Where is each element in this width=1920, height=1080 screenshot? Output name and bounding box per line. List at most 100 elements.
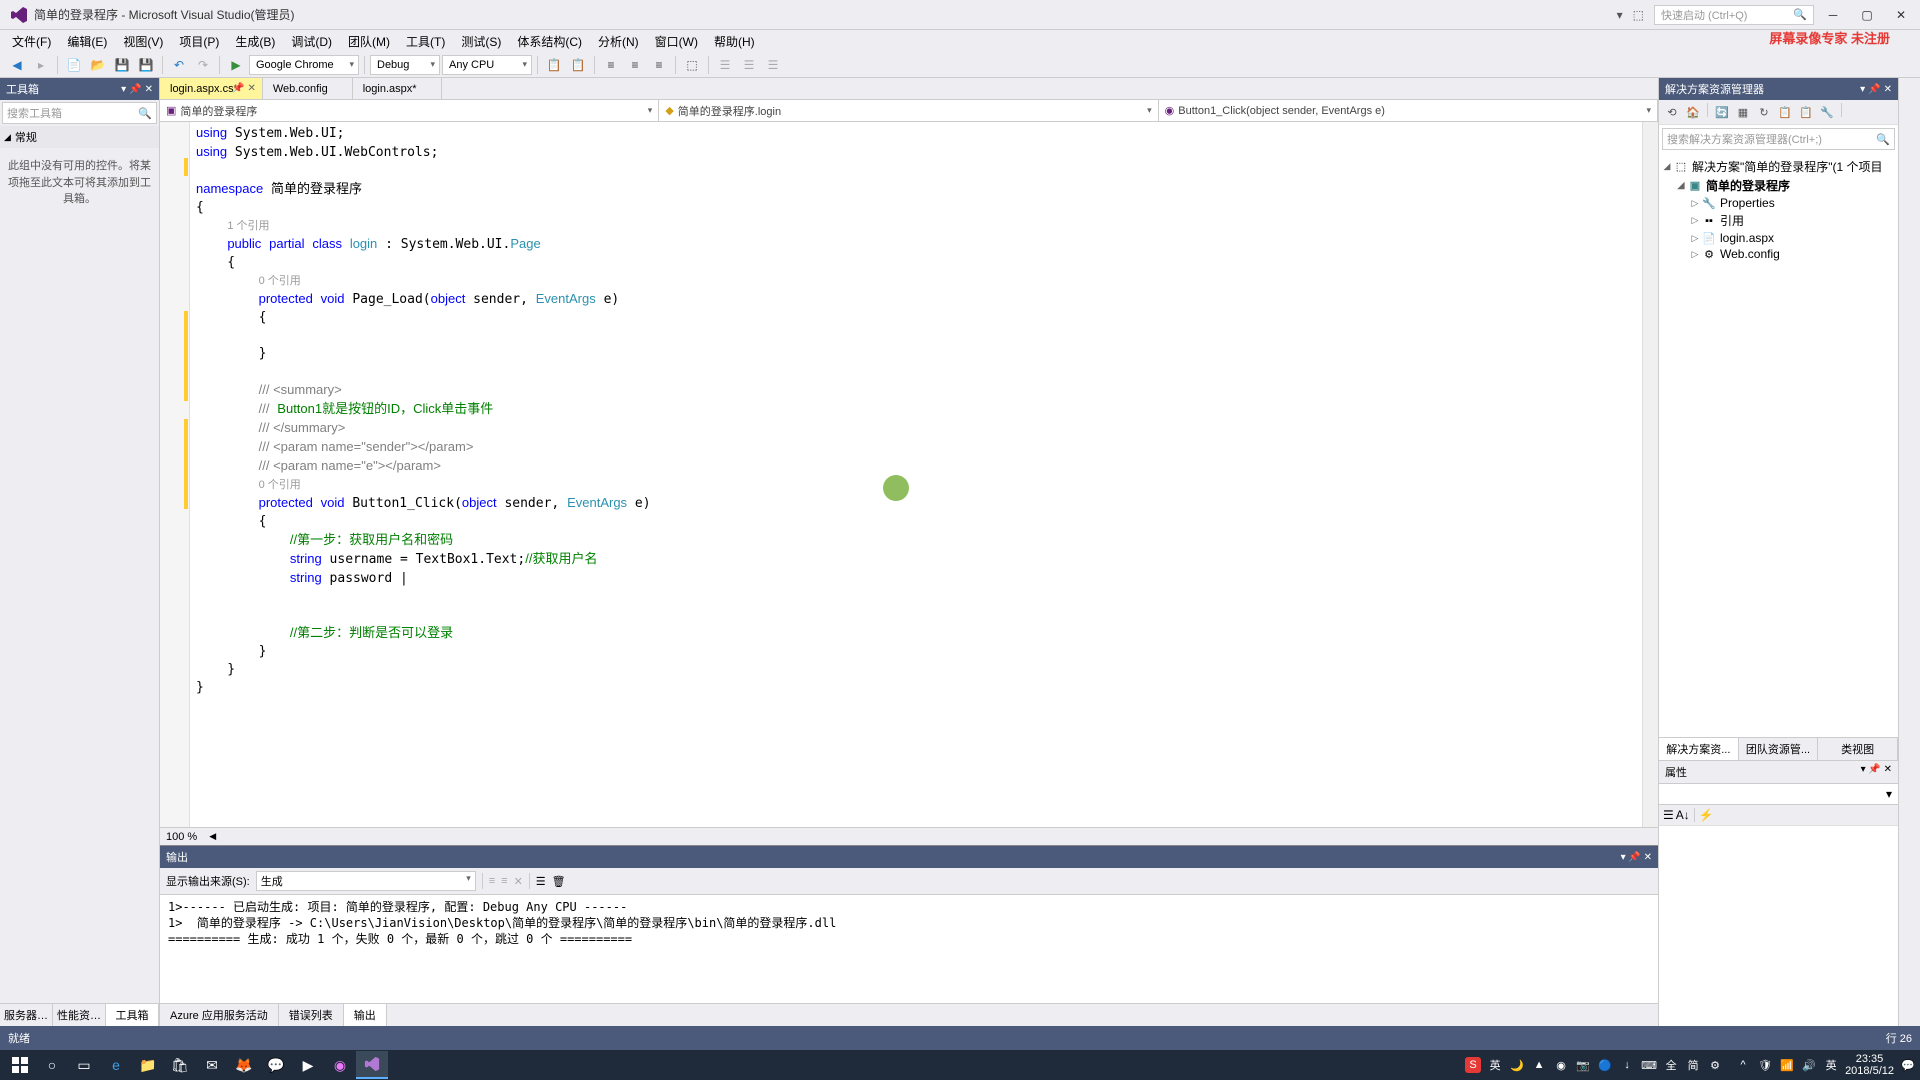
menu-build[interactable]: 生成(B) [227, 31, 283, 52]
tray-sogou-icon[interactable]: S [1465, 1057, 1481, 1073]
tray-clock[interactable]: 23:35 2018/5/12 [1845, 1053, 1894, 1077]
tree-webconfig[interactable]: ▷⚙Web.config [1661, 246, 1896, 262]
solution-tree[interactable]: ◢⬚解决方案"简单的登录程序"(1 个项目 ◢▣简单的登录程序 ▷🔧Proper… [1659, 153, 1898, 737]
wechat-icon[interactable]: 💬 [260, 1051, 292, 1079]
dropdown-icon[interactable]: ▾ [1621, 852, 1626, 863]
explorer-icon[interactable]: 📁 [132, 1051, 164, 1079]
close-panel-icon[interactable]: ✕ [1884, 764, 1892, 775]
tray-volume-icon[interactable]: 🔊 [1801, 1057, 1817, 1073]
menu-help[interactable]: 帮助(H) [706, 31, 763, 52]
tab-error-list[interactable]: 错误列表 [279, 1004, 344, 1026]
app-icon-1[interactable]: ▶ [292, 1051, 324, 1079]
output-btn-1[interactable]: ≡ [489, 875, 495, 887]
code-text[interactable]: using System.Web.UI; using System.Web.UI… [190, 122, 1642, 827]
pin-icon[interactable]: 📌 [1628, 852, 1640, 863]
tray-simp-icon[interactable]: 简 [1685, 1057, 1701, 1073]
se-refresh-button[interactable]: ↻ [1755, 103, 1773, 121]
tray-icon-1[interactable]: ▲ [1531, 1057, 1547, 1073]
edge-icon[interactable]: e [100, 1051, 132, 1079]
feedback-icon[interactable]: ⬚ [1633, 8, 1644, 22]
prop-alpha-button[interactable]: A↓ [1676, 808, 1690, 822]
tray-keyboard-icon[interactable]: ⌨ [1641, 1057, 1657, 1073]
prop-events-button[interactable]: ⚡ [1699, 808, 1714, 822]
app-icon-2[interactable]: ◉ [324, 1051, 356, 1079]
tab-azure[interactable]: Azure 应用服务活动 [160, 1004, 279, 1026]
tree-references[interactable]: ▷▪▪引用 [1661, 211, 1896, 230]
code-editor[interactable]: using System.Web.UI; using System.Web.UI… [160, 122, 1658, 827]
menu-view[interactable]: 视图(V) [115, 31, 171, 52]
menu-test[interactable]: 测试(S) [453, 31, 509, 52]
tab-toolbox[interactable]: 工具箱 [106, 1004, 159, 1026]
menu-edit[interactable]: 编辑(E) [59, 31, 115, 52]
se-home-icon[interactable]: 🏠 [1684, 103, 1702, 121]
nav-project-combo[interactable]: ▣简单的登录程序 [160, 100, 659, 121]
close-button[interactable]: ✕ [1886, 5, 1916, 25]
tray-moon-icon[interactable]: 🌙 [1509, 1057, 1525, 1073]
nav-member-combo[interactable]: ◉Button1_Click(object sender, EventArgs … [1159, 100, 1658, 121]
close-panel-icon[interactable]: ✕ [1884, 84, 1892, 95]
tab-team-explorer[interactable]: 团队资源管... [1739, 738, 1819, 760]
vs-taskbar-icon[interactable] [356, 1051, 388, 1079]
tab-login-cs[interactable]: login.aspx.cs*📌 ✕ [160, 78, 263, 99]
se-sync-button[interactable]: 🔄 [1713, 103, 1731, 121]
tab-class-view[interactable]: 类视图 [1818, 738, 1898, 760]
save-all-button[interactable]: 💾 [135, 54, 157, 76]
close-panel-icon[interactable]: ✕ [1644, 852, 1652, 863]
menu-window[interactable]: 窗口(W) [647, 31, 706, 52]
tab-login-aspx[interactable]: login.aspx* [353, 78, 442, 99]
tab-solution-explorer[interactable]: 解决方案资... [1659, 738, 1739, 760]
output-btn-clear[interactable]: 🗑 [552, 875, 566, 888]
menu-project[interactable]: 项目(P) [171, 31, 227, 52]
zoom-level[interactable]: 100 % [166, 831, 197, 843]
browser-combo[interactable]: Google Chrome [249, 55, 359, 75]
tool-btn-6[interactable]: ⬚ [681, 54, 703, 76]
tab-performance[interactable]: 性能资源... [53, 1004, 106, 1026]
tree-solution-root[interactable]: ◢⬚解决方案"简单的登录程序"(1 个项目 [1661, 157, 1896, 176]
notification-icon[interactable]: ▾ [1617, 8, 1623, 22]
output-btn-3[interactable]: ✕ [514, 875, 523, 888]
tray-icon-5[interactable]: ↓ [1619, 1057, 1635, 1073]
tool-btn-2[interactable]: 📋 [567, 54, 589, 76]
forward-button[interactable]: ▸ [30, 54, 52, 76]
tree-properties[interactable]: ▷🔧Properties [1661, 195, 1896, 211]
undo-button[interactable]: ↶ [168, 54, 190, 76]
start-button[interactable]: ▶ [225, 54, 247, 76]
vertical-scrollbar[interactable] [1642, 122, 1658, 827]
pin-icon[interactable]: 📌 [1868, 764, 1880, 775]
properties-object-combo[interactable]: ▾ [1659, 784, 1898, 805]
mail-icon[interactable]: ✉ [196, 1051, 228, 1079]
solution-search[interactable]: 搜索解决方案资源管理器(Ctrl+;) 🔍 [1662, 128, 1895, 150]
se-home-button[interactable]: ⟲ [1663, 103, 1681, 121]
se-properties-button[interactable]: 🔧 [1818, 103, 1836, 121]
output-btn-wrap[interactable]: ☰ [536, 875, 546, 888]
tool-btn-5[interactable]: ≡ [648, 54, 670, 76]
output-text[interactable]: 1>------ 已启动生成: 项目: 简单的登录程序, 配置: Debug A… [160, 895, 1658, 1003]
back-button[interactable]: ◀ [6, 54, 28, 76]
tool-btn-8[interactable]: ☰ [738, 54, 760, 76]
tree-login-aspx[interactable]: ▷📄login.aspx [1661, 230, 1896, 246]
tool-btn-3[interactable]: ≡ [600, 54, 622, 76]
tool-btn-1[interactable]: 📋 [543, 54, 565, 76]
config-combo[interactable]: Debug [370, 55, 440, 75]
tray-notifications-icon[interactable]: 💬 [1900, 1057, 1916, 1073]
menu-analyze[interactable]: 分析(N) [590, 31, 647, 52]
tool-btn-9[interactable]: ☰ [762, 54, 784, 76]
menu-file[interactable]: 文件(F) [4, 31, 59, 52]
quick-launch-input[interactable]: 快速启动 (Ctrl+Q) 🔍 [1654, 5, 1814, 25]
pin-icon[interactable]: 📌 [1868, 84, 1880, 95]
close-tab-icon[interactable]: 📌 ✕ [232, 83, 256, 94]
scroll-left-icon[interactable]: ◀ [209, 831, 216, 842]
toolbox-group-general[interactable]: ◢ 常规 [0, 126, 159, 148]
tray-full-icon[interactable]: 全 [1663, 1057, 1679, 1073]
prop-categorized-button[interactable]: ☰ [1663, 808, 1674, 822]
dropdown-icon[interactable]: ▾ [121, 84, 126, 95]
cortana-icon[interactable]: ○ [36, 1051, 68, 1079]
redo-button[interactable]: ↷ [192, 54, 214, 76]
menu-team[interactable]: 团队(M) [340, 31, 398, 52]
open-button[interactable]: 📂 [87, 54, 109, 76]
toolbox-search[interactable]: 搜索工具箱 🔍 [2, 102, 157, 124]
tree-project[interactable]: ◢▣简单的登录程序 [1661, 176, 1896, 195]
save-button[interactable]: 💾 [111, 54, 133, 76]
se-btn-2[interactable]: ▦ [1734, 103, 1752, 121]
tray-defender-icon[interactable]: 🛡 [1757, 1057, 1773, 1073]
